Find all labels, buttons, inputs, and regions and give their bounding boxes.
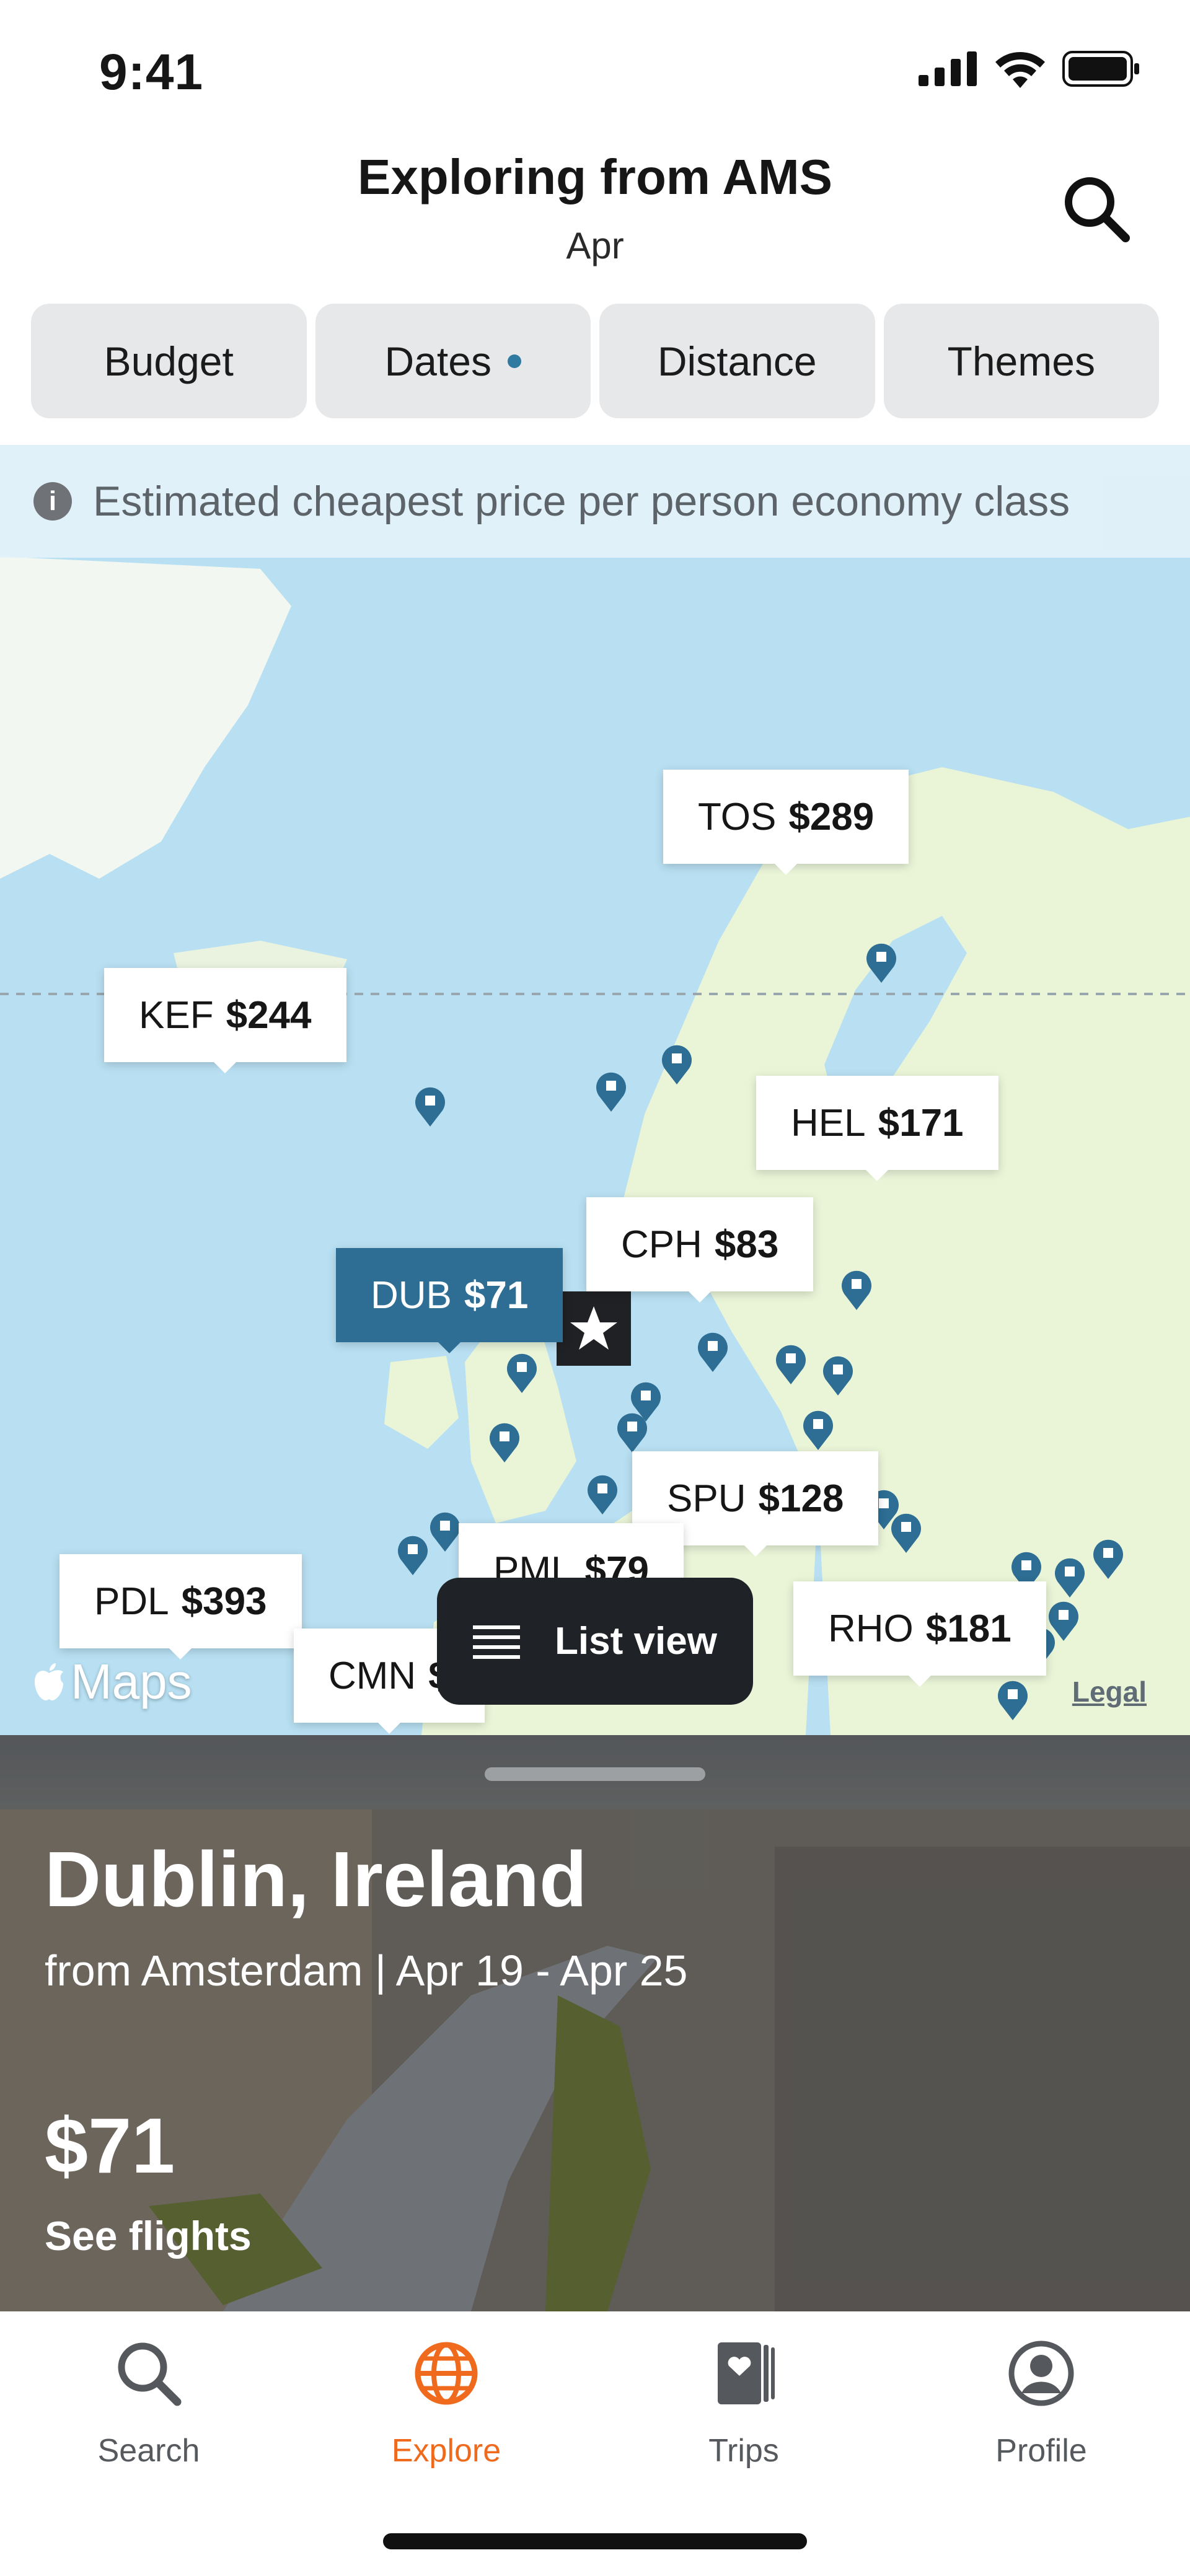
price-pin-rho[interactable]: RHO $181: [793, 1581, 1046, 1687]
price-pin-pdl[interactable]: PDL $393: [60, 1554, 302, 1659]
pin-code: SPU: [667, 1477, 746, 1520]
pin-code: RHO: [828, 1607, 914, 1650]
price-pin-cph[interactable]: CPH $83: [586, 1197, 814, 1303]
pin-code: KEF: [139, 993, 214, 1037]
page-subtitle[interactable]: Apr: [0, 224, 1190, 267]
pin-code: TOS: [698, 795, 777, 838]
list-view-label: List view: [555, 1620, 717, 1663]
destination-route-dates: from Amsterdam | Apr 19 - Apr 25: [45, 1946, 688, 1995]
price-pin-hel[interactable]: HEL $171: [756, 1076, 998, 1181]
page-title: Exploring from AMS: [358, 149, 832, 204]
destination-title: Dublin, Ireland: [45, 1835, 588, 1923]
status-icons: [919, 50, 1140, 88]
tab-label: Explore: [391, 2433, 501, 2469]
pin-code: DUB: [371, 1273, 452, 1317]
tab-search[interactable]: Search: [56, 2336, 242, 2469]
tab-explore[interactable]: Explore: [353, 2336, 539, 2469]
list-view-button[interactable]: List view: [437, 1578, 753, 1705]
map-pin-icon[interactable]: [1092, 1538, 1124, 1579]
home-indicator[interactable]: [383, 2533, 807, 2549]
battery-icon: [1062, 51, 1139, 87]
price-info-text: Estimated cheapest price per person econ…: [93, 478, 1070, 525]
map-pin-icon[interactable]: [890, 1512, 922, 1553]
filter-bar: Budget Dates Distance Themes: [31, 304, 1159, 418]
filter-label: Dates: [384, 338, 491, 384]
pin-price: $289: [788, 795, 875, 838]
pin-price: $83: [714, 1223, 779, 1266]
filter-dates[interactable]: Dates: [315, 304, 591, 418]
search-icon: [118, 2342, 182, 2406]
search-icon: [1065, 177, 1130, 242]
map-pin-icon[interactable]: [822, 1355, 854, 1396]
list-icon: [473, 1625, 521, 1659]
active-filter-dot: [507, 354, 521, 368]
filter-distance[interactable]: Distance: [599, 304, 875, 418]
maps-label: Maps: [71, 1654, 192, 1709]
pin-price: $128: [758, 1477, 844, 1520]
see-flights-link[interactable]: See flights: [45, 2212, 252, 2259]
wifi-icon: [995, 52, 1045, 88]
pin-code: CPH: [621, 1223, 702, 1266]
map-pin-icon[interactable]: [697, 1331, 729, 1372]
map-pin-icon[interactable]: [1054, 1557, 1086, 1598]
pin-price: $181: [925, 1607, 1011, 1650]
map-pin-icon[interactable]: [488, 1422, 521, 1462]
pin-code: PDL: [94, 1580, 169, 1623]
map-pin-icon[interactable]: [865, 942, 897, 983]
filter-budget[interactable]: Budget: [31, 304, 307, 418]
filter-label: Themes: [947, 338, 1095, 384]
tab-profile[interactable]: Profile: [948, 2336, 1134, 2469]
status-time: 9:41: [99, 44, 204, 100]
map-pin-icon[interactable]: [414, 1086, 446, 1127]
price-info-banner: i Estimated cheapest price per person ec…: [0, 445, 1190, 558]
info-icon: i: [33, 482, 72, 521]
apple-logo-icon: [35, 1663, 63, 1700]
map-pin-icon[interactable]: [429, 1511, 461, 1552]
destination-price: $71: [45, 2102, 175, 2189]
globe-icon: [415, 2342, 478, 2405]
signal-icon: [919, 51, 977, 86]
price-pin-tos[interactable]: TOS $289: [663, 770, 909, 875]
star-icon: [570, 1306, 617, 1350]
map-pin-icon[interactable]: [997, 1679, 1029, 1720]
home-airport-marker[interactable]: [557, 1291, 631, 1366]
map-pin-icon[interactable]: [661, 1044, 693, 1084]
destination-card[interactable]: Dublin, Ireland from Amsterdam | Apr 19 …: [0, 1735, 1190, 2311]
map-pin-icon[interactable]: [775, 1343, 807, 1384]
price-pin-kef[interactable]: KEF $244: [104, 968, 346, 1073]
pin-price: $71: [464, 1273, 529, 1317]
tab-label: Trips: [708, 2433, 779, 2469]
sheet-handle[interactable]: [485, 1767, 705, 1781]
map-pin-icon[interactable]: [586, 1474, 619, 1514]
map-view[interactable]: i Estimated cheapest price per person ec…: [0, 445, 1190, 1735]
pin-code: CMN: [328, 1654, 416, 1697]
tab-label: Search: [97, 2433, 200, 2469]
pin-price: $171: [878, 1101, 964, 1145]
trips-icon: [718, 2342, 775, 2404]
map-pin-icon[interactable]: [506, 1352, 538, 1393]
profile-icon: [1008, 2341, 1074, 2406]
map-pin-icon[interactable]: [595, 1071, 627, 1112]
tab-trips[interactable]: Trips: [651, 2336, 837, 2469]
pin-code: HEL: [791, 1101, 866, 1145]
filter-themes[interactable]: Themes: [883, 304, 1159, 418]
map-pin-icon[interactable]: [802, 1409, 834, 1450]
price-pin-dub[interactable]: DUB $71: [336, 1248, 563, 1353]
filter-label: Distance: [657, 338, 817, 384]
legal-link[interactable]: Legal: [1072, 1675, 1147, 1708]
pin-price: $393: [181, 1580, 267, 1623]
map-pin-icon[interactable]: [616, 1412, 648, 1453]
map-pin-icon[interactable]: [397, 1534, 429, 1575]
search-button[interactable]: [1060, 172, 1134, 247]
maps-attribution: Maps: [32, 1653, 192, 1710]
map-pin-icon[interactable]: [840, 1269, 873, 1310]
tab-label: Profile: [995, 2433, 1087, 2469]
pin-price: $244: [226, 993, 312, 1037]
filter-label: Budget: [104, 338, 234, 384]
